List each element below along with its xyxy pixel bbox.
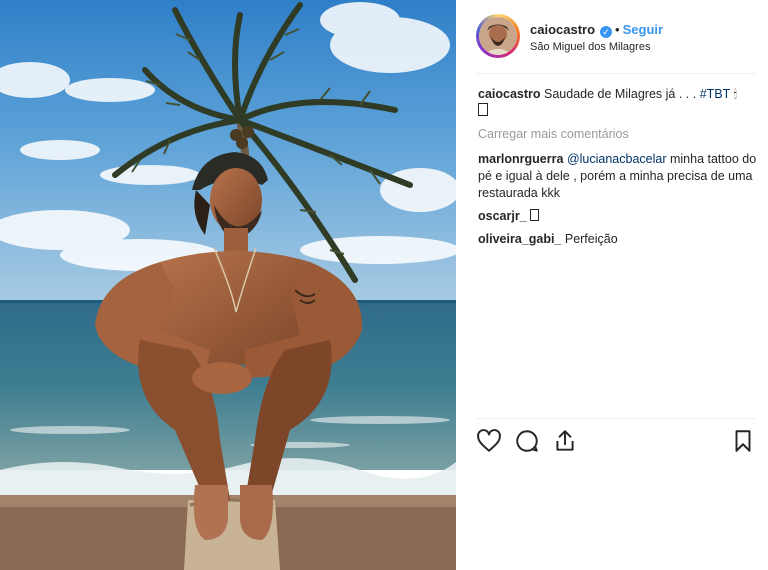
avatar-image (479, 17, 517, 55)
username-line: caiocastro ✓ • Seguir (530, 22, 663, 38)
follow-button[interactable]: Seguir (623, 22, 663, 37)
post-location[interactable]: São Miguel dos Milagres (530, 41, 650, 53)
separator-dot: • (615, 22, 620, 37)
comment-username[interactable]: oscarjr_ (478, 209, 527, 223)
comment-text: Perfeição (564, 232, 618, 246)
share-icon[interactable] (552, 428, 580, 456)
post-header: caiocastro ✓ • Seguir São Miguel dos Milagr… (476, 14, 756, 62)
load-more-comments-button[interactable]: Carregar mais comentários (478, 126, 760, 143)
bookmark-icon[interactable] (730, 428, 758, 456)
comments-list: caiocastro Saudade de Milagres já . . . … (478, 86, 760, 254)
emoji-placeholder-icon (530, 209, 540, 221)
actions-divider (476, 418, 756, 419)
comment-mention[interactable]: @lucianacbacelar (567, 152, 667, 166)
post-photo[interactable] (0, 0, 456, 570)
comment-item: oliveira_gabi_ Perfeição (478, 231, 760, 248)
caption-hashtag[interactable]: #TBT (700, 87, 730, 101)
post-side-panel: caiocastro ✓ • Seguir São Miguel dos Milagr… (456, 0, 768, 570)
comment-icon[interactable] (514, 428, 542, 456)
verified-badge-icon: ✓ (600, 26, 613, 38)
caption-emoji: 🕯 (733, 87, 737, 101)
header-divider (476, 73, 756, 74)
post-username[interactable]: caiocastro (530, 22, 595, 37)
comment-username[interactable]: oliveira_gabi_ (478, 232, 561, 246)
avatar[interactable] (476, 14, 520, 58)
emoji-placeholder-icon (478, 103, 488, 116)
comment-username[interactable]: marlonrguerra (478, 152, 563, 166)
photo-illustration (0, 0, 456, 570)
caption: caiocastro Saudade de Milagres já . . . … (478, 86, 760, 120)
action-bar (476, 428, 758, 458)
caption-username[interactable]: caiocastro (478, 87, 541, 101)
comment-item: marlonrguerra @lucianacbacelar minha tat… (478, 151, 760, 202)
comment-item: oscarjr_ (478, 208, 760, 225)
caption-text: Saudade de Milagres já . . . (544, 87, 697, 101)
heart-icon[interactable] (476, 428, 504, 456)
